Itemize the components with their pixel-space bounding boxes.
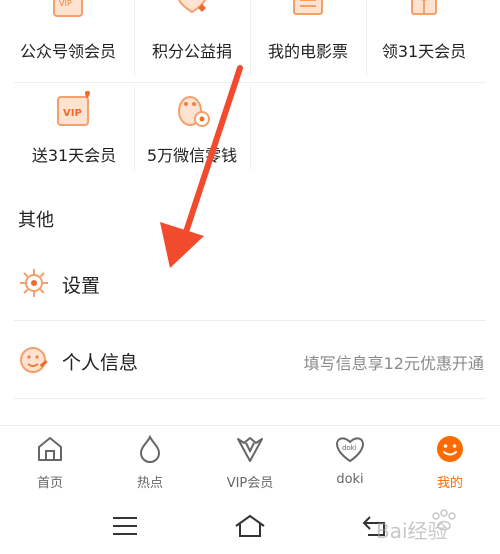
grid-item-label: 送31天会员 [31, 146, 117, 165]
grid-divider [14, 82, 486, 83]
service-grid: VIP 公众号领会员 积分公益捐 我的电影票 领31天会员 VIP 送31天会员… [0, 0, 500, 175]
bottom-tab-bar: 首页 热点 VIP会员 doki doki 我的 [0, 425, 500, 502]
tab-mine[interactable]: 我的 [400, 426, 500, 502]
home-icon [38, 437, 62, 461]
row-divider [14, 320, 486, 321]
vip-badge-text: VIP [63, 108, 82, 119]
tab-label: 我的 [436, 476, 463, 491]
vip-gift-card-icon: VIP [57, 91, 90, 126]
grid-item-label: 5万微信零钱 [146, 146, 238, 165]
profile-promo-text: 填写信息享12元优惠开通 [303, 354, 484, 373]
vip-card-icon: VIP [53, 0, 83, 17]
doki-icon-text: doki [342, 444, 357, 452]
settings-label: 设置 [62, 275, 101, 297]
profile-info-row[interactable]: 个人信息 填写信息享12元优惠开通 [0, 322, 500, 398]
grid-item-wechat-cash[interactable]: 5万微信零钱 [134, 87, 250, 172]
menu-icon[interactable] [107, 513, 143, 539]
grid-item-gift-31-days[interactable]: VIP 送31天会员 [16, 87, 132, 172]
tab-hot[interactable]: 热点 [100, 426, 200, 502]
grid-item-label: 公众号领会员 [19, 42, 116, 61]
grid-item-points-donation[interactable]: 积分公益捐 [134, 0, 250, 75]
grid-item-official-account[interactable]: VIP 公众号领会员 [10, 0, 126, 75]
penguin-coin-icon [178, 96, 210, 127]
tab-label: 热点 [136, 476, 163, 491]
watermark-text: Bai经验 [376, 519, 448, 543]
tab-vip[interactable]: VIP会员 [200, 426, 300, 502]
grid-divider [250, 85, 251, 170]
heart-donate-icon [178, 0, 206, 14]
profile-info-label: 个人信息 [62, 352, 139, 374]
home-nav-icon[interactable] [232, 513, 268, 539]
section-title-other: 其他 [18, 210, 54, 231]
doki-heart-icon: doki [335, 437, 365, 463]
movie-ticket-icon [293, 0, 323, 15]
grid-item-label: 我的电影票 [267, 42, 348, 61]
tab-label: doki [336, 472, 364, 487]
tab-home[interactable]: 首页 [0, 426, 100, 502]
grid-divider [134, 0, 135, 76]
grid-divider [134, 85, 135, 170]
vip-crown-icon [237, 437, 263, 462]
smile-edit-icon [20, 347, 48, 373]
tab-doki[interactable]: doki doki [300, 426, 400, 502]
gift-icon [411, 0, 437, 15]
tab-label: 首页 [36, 476, 63, 491]
grid-item-movie-tickets[interactable]: 我的电影票 [250, 0, 366, 75]
grid-divider [366, 0, 367, 76]
smiley-face-icon [437, 436, 463, 462]
grid-item-label: 积分公益捐 [151, 42, 232, 61]
grid-item-label: 领31天会员 [381, 42, 467, 61]
baidu-jingyan-watermark: Bai经验 [376, 509, 456, 543]
grid-item-claim-31-days[interactable]: 领31天会员 [366, 0, 482, 75]
grid-divider [250, 0, 251, 76]
gear-icon [20, 269, 48, 297]
tab-label: VIP会员 [226, 476, 274, 491]
vip-badge-text: VIP [59, 0, 72, 8]
flame-icon [139, 434, 161, 464]
row-divider [14, 398, 486, 399]
settings-row[interactable]: 设置 [0, 245, 500, 321]
